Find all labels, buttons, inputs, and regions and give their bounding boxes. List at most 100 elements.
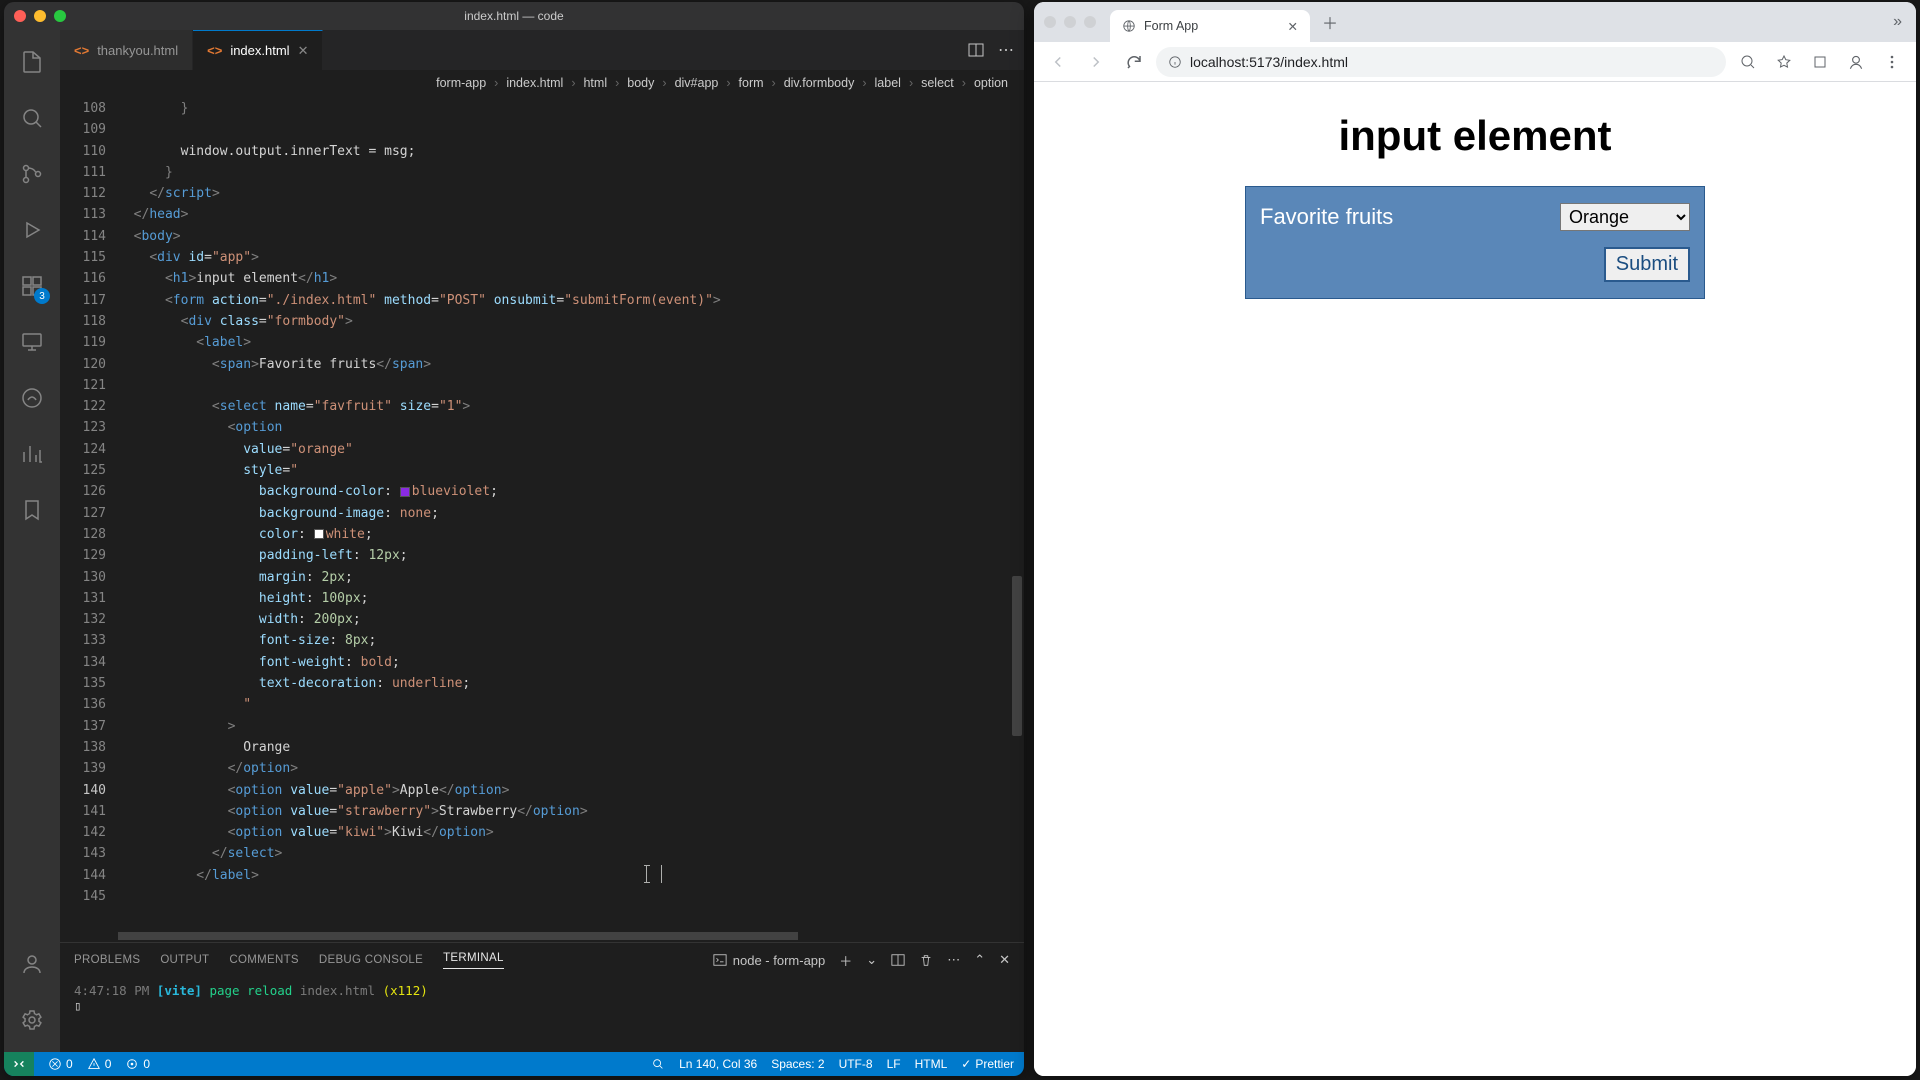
code-line[interactable]: <h1>input element</h1> [118, 268, 1024, 289]
breadcrumb[interactable]: form-app›index.html›html›body›div#app›fo… [60, 70, 1024, 96]
split-terminal-icon[interactable] [891, 953, 905, 967]
search-icon[interactable] [4, 92, 60, 144]
close-window-button[interactable] [1044, 16, 1056, 28]
editor-tab-thankyou[interactable]: <> thankyou.html [60, 30, 193, 70]
minimize-window-button[interactable] [1064, 16, 1076, 28]
explorer-icon[interactable] [4, 36, 60, 88]
code-line[interactable]: font-weight: bold; [118, 652, 1024, 673]
breadcrumb-item[interactable]: form [737, 76, 766, 90]
close-tab-icon[interactable]: ✕ [1288, 19, 1298, 34]
code-lines[interactable]: } window.output.innerText = msg; } </scr… [118, 96, 1024, 942]
vertical-scrollbar[interactable] [1010, 96, 1024, 942]
editor-tab-index[interactable]: <> index.html ✕ [193, 30, 323, 70]
eol[interactable]: LF [887, 1057, 901, 1071]
code-line[interactable]: <div id="app"> [118, 247, 1024, 268]
close-window-button[interactable] [14, 10, 26, 22]
maximize-panel-icon[interactable]: ⌃ [974, 952, 985, 968]
cursor-position[interactable]: Ln 140, Col 36 [679, 1057, 757, 1071]
ports-item[interactable]: 0 [125, 1057, 150, 1071]
breadcrumb-item[interactable]: select [919, 76, 956, 90]
breadcrumb-item[interactable]: body [625, 76, 656, 90]
bookmark-star-icon[interactable] [1768, 46, 1800, 78]
scrollbar-thumb[interactable] [118, 932, 798, 940]
code-line[interactable]: </label> [118, 865, 1024, 886]
submit-button[interactable]: Submit [1604, 247, 1690, 282]
language-mode[interactable]: HTML [915, 1057, 948, 1071]
code-line[interactable] [118, 119, 1024, 140]
more-actions-icon[interactable]: ⋯ [998, 40, 1014, 60]
code-line[interactable]: > [118, 716, 1024, 737]
forward-button[interactable] [1080, 46, 1112, 78]
site-info-icon[interactable] [1168, 55, 1182, 69]
run-debug-icon[interactable] [4, 204, 60, 256]
breadcrumb-item[interactable]: option [972, 76, 1010, 90]
panel-tab-output[interactable]: OUTPUT [160, 954, 209, 966]
vscode-titlebar[interactable]: index.html — code [4, 2, 1024, 30]
breadcrumb-item[interactable]: label [873, 76, 903, 90]
close-panel-icon[interactable]: ✕ [999, 952, 1010, 968]
breadcrumb-item[interactable]: div#app [673, 76, 721, 90]
new-tab-button[interactable]: ＋ [1316, 8, 1344, 36]
expand-tabs-icon[interactable]: » [1893, 13, 1906, 31]
code-line[interactable]: } [118, 98, 1024, 119]
code-line[interactable]: <label> [118, 332, 1024, 353]
code-line[interactable]: <body> [118, 226, 1024, 247]
code-line[interactable]: <option value="apple">Apple</option> [118, 780, 1024, 801]
breadcrumb-item[interactable]: index.html [504, 76, 565, 90]
search-status-icon[interactable] [651, 1057, 665, 1071]
code-line[interactable]: height: 100px; [118, 588, 1024, 609]
breadcrumb-item[interactable]: div.formbody [782, 76, 857, 90]
source-control-icon[interactable] [4, 148, 60, 200]
breadcrumb-item[interactable]: html [581, 76, 609, 90]
code-line[interactable]: width: 200px; [118, 609, 1024, 630]
indentation[interactable]: Spaces: 2 [771, 1057, 824, 1071]
remote-indicator[interactable] [4, 1052, 34, 1076]
minimize-window-button[interactable] [34, 10, 46, 22]
code-line[interactable]: <div class="formbody"> [118, 311, 1024, 332]
back-button[interactable] [1042, 46, 1074, 78]
code-line[interactable]: } [118, 162, 1024, 183]
code-line[interactable]: background-image: none; [118, 503, 1024, 524]
close-tab-icon[interactable]: ✕ [298, 43, 309, 59]
code-line[interactable]: <select name="favfruit" size="1"> [118, 396, 1024, 417]
code-editor[interactable]: 1081091101111121131141151161171181191201… [60, 96, 1024, 942]
extensions-puzzle-icon[interactable] [1804, 46, 1836, 78]
bookmark-icon[interactable] [4, 484, 60, 536]
more-icon[interactable]: ⋯ [947, 952, 960, 968]
browser-tab[interactable]: Form App ✕ [1110, 10, 1310, 42]
account-icon[interactable] [4, 938, 60, 990]
kill-terminal-icon[interactable] [919, 953, 933, 967]
scrollbar-thumb[interactable] [1012, 576, 1022, 736]
code-line[interactable]: " [118, 694, 1024, 715]
code-line[interactable]: <option [118, 417, 1024, 438]
code-line[interactable]: <span>Favorite fruits</span> [118, 354, 1024, 375]
terminal-body[interactable]: 4:47:18 PM [vite] page reload index.html… [60, 977, 1024, 1052]
panel-tab-problems[interactable]: PROBLEMS [74, 954, 140, 966]
prettier-status[interactable]: ✓Prettier [961, 1057, 1014, 1071]
panel-tab-terminal[interactable]: TERMINAL [443, 952, 504, 969]
address-bar[interactable]: localhost:5173/index.html [1156, 47, 1726, 77]
menu-kebab-icon[interactable] [1876, 46, 1908, 78]
errors-item[interactable]: 0 [48, 1057, 73, 1071]
panel-tab-comments[interactable]: COMMENTS [229, 954, 298, 966]
code-line[interactable]: </head> [118, 204, 1024, 225]
code-line[interactable]: <option value="strawberry">Strawberry</o… [118, 801, 1024, 822]
zoom-icon[interactable] [1732, 46, 1764, 78]
code-line[interactable]: </option> [118, 758, 1024, 779]
code-line[interactable]: margin: 2px; [118, 567, 1024, 588]
code-line[interactable] [118, 375, 1024, 396]
code-line[interactable]: Orange [118, 737, 1024, 758]
breadcrumb-item[interactable]: form-app [434, 76, 488, 90]
new-terminal-icon[interactable]: ＋ [839, 951, 852, 970]
fruit-select[interactable]: Orange [1560, 203, 1690, 231]
code-line[interactable]: text-decoration: underline; [118, 673, 1024, 694]
horizontal-scrollbar[interactable] [60, 932, 1024, 942]
terminal-profile-selector[interactable]: node - form-app [713, 953, 826, 968]
code-line[interactable]: font-size: 8px; [118, 630, 1024, 651]
warnings-item[interactable]: 0 [87, 1057, 112, 1071]
panel-tab-debug[interactable]: DEBUG CONSOLE [319, 954, 423, 966]
remote-explorer-icon[interactable] [4, 316, 60, 368]
split-editor-icon[interactable] [968, 42, 984, 58]
graph-icon[interactable] [4, 428, 60, 480]
code-line[interactable]: <option value="kiwi">Kiwi</option> [118, 822, 1024, 843]
